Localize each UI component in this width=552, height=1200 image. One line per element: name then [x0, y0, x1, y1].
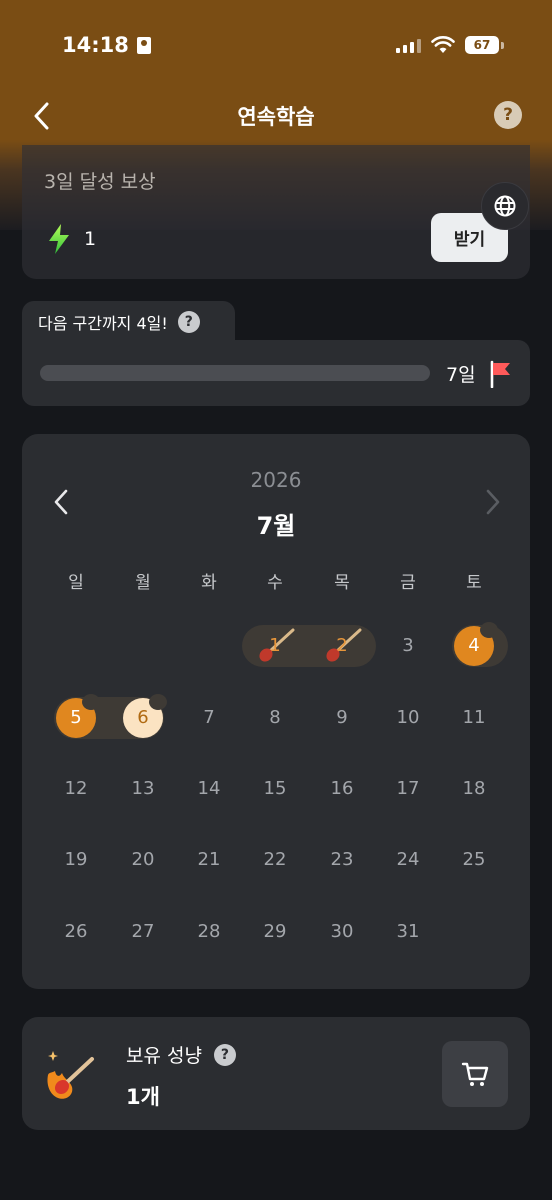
help-icon[interactable]: ? — [494, 101, 522, 129]
battery-icon: 67 — [465, 36, 504, 54]
navigation-bar: 연속학습 ? — [0, 90, 552, 142]
page-title: 연속학습 — [237, 105, 315, 129]
calendar-day[interactable]: 22 — [255, 840, 295, 880]
weekday-mon: 월 — [135, 573, 151, 593]
calendar-day-match[interactable]: 1 — [255, 626, 295, 666]
owned-matches-label: 보유 성냥 ? — [126, 1041, 236, 1068]
cellular-signal-icon — [396, 37, 421, 53]
shop-button[interactable] — [442, 1041, 508, 1107]
calendar-day[interactable]: 12 — [56, 769, 96, 809]
status-time: 14:18 — [62, 33, 151, 57]
wifi-icon — [431, 36, 455, 53]
calendar-day[interactable]: 20 — [123, 840, 163, 880]
burning-match-icon — [47, 1051, 94, 1099]
calendar-day[interactable]: 30 — [322, 912, 362, 952]
clock-text: 14:18 — [62, 33, 129, 57]
reward-amount: 1 — [46, 223, 96, 255]
goal-label: 7일 — [446, 364, 476, 386]
calendar-day-streak[interactable]: 5 — [56, 694, 100, 738]
calendar-day[interactable]: 10 — [388, 698, 428, 738]
calendar-day[interactable]: 9 — [322, 698, 362, 738]
calendar-day[interactable]: 23 — [322, 840, 362, 880]
battery-level: 67 — [465, 36, 499, 54]
weekday-wed: 수 — [267, 573, 283, 593]
id-card-icon — [136, 36, 151, 54]
question-icon[interactable]: ? — [213, 1043, 236, 1066]
reward-card: 3일 달성 보상 1 받기 — [22, 145, 530, 279]
calendar-day[interactable]: 29 — [255, 912, 295, 952]
weekday-thu: 목 — [334, 573, 350, 593]
calendar-day[interactable]: 19 — [56, 840, 96, 880]
back-arrow-icon[interactable] — [30, 100, 54, 132]
calendar-day[interactable]: 21 — [189, 840, 229, 880]
lightning-bolt-icon — [49, 224, 69, 254]
progress-track — [40, 365, 430, 381]
owned-matches-card: 보유 성냥 ? 1개 — [22, 1017, 530, 1130]
status-bar: 14:18 67 — [0, 0, 552, 90]
weekday-sun: 일 — [68, 573, 84, 593]
calendar-day[interactable]: 18 — [454, 769, 494, 809]
cart-icon — [461, 1062, 489, 1086]
calendar-day[interactable]: 14 — [189, 769, 229, 809]
calendar-day[interactable]: 7 — [189, 698, 229, 738]
calendar-day[interactable]: 25 — [454, 840, 494, 880]
calendar-day[interactable]: 11 — [454, 698, 494, 738]
reward-count: 1 — [84, 228, 97, 250]
weekday-fri: 금 — [400, 573, 416, 593]
weekday-sat: 토 — [466, 573, 482, 593]
question-icon[interactable]: ? — [177, 311, 200, 333]
progress-card: 7일 — [22, 340, 530, 406]
calendar-day[interactable]: 26 — [56, 912, 96, 952]
next-milestone-text: 다음 구간까지 4일! — [38, 314, 168, 333]
owned-label-text: 보유 성냥 — [126, 1045, 202, 1067]
calendar-day[interactable]: 28 — [189, 912, 229, 952]
globe-icon — [494, 195, 516, 217]
calendar-day[interactable]: 15 — [255, 769, 295, 809]
calendar-day-streak[interactable]: 4 — [454, 622, 498, 666]
calendar-day[interactable]: 17 — [388, 769, 428, 809]
calendar-card: 2026 7월 일 월 화 수 목 금 토 1 2 3 4 5 6 7 8 9 … — [22, 434, 530, 989]
calendar-day[interactable]: 27 — [123, 912, 163, 952]
calendar-day-match[interactable]: 2 — [322, 626, 362, 666]
globe-button[interactable] — [481, 182, 529, 230]
calendar-day-today[interactable]: 6 — [123, 694, 167, 738]
calendar-day[interactable]: 16 — [322, 769, 362, 809]
status-indicators: 67 — [396, 36, 504, 54]
calendar-year: 2026 — [250, 468, 302, 492]
next-milestone-tab: 다음 구간까지 4일! ? — [22, 301, 235, 343]
owned-matches-count: 1개 — [126, 1085, 160, 1109]
calendar-day[interactable]: 31 — [388, 912, 428, 952]
next-month-arrow-icon[interactable] — [480, 486, 504, 518]
calendar-day[interactable]: 13 — [123, 769, 163, 809]
calendar-day[interactable]: 24 — [388, 840, 428, 880]
reward-title: 3일 달성 보상 — [44, 171, 156, 193]
weekday-tue: 화 — [201, 573, 217, 593]
flag-icon — [490, 360, 510, 388]
calendar-month: 7월 — [256, 512, 296, 540]
calendar-day[interactable]: 8 — [255, 698, 295, 738]
calendar-day[interactable]: 3 — [388, 626, 428, 666]
